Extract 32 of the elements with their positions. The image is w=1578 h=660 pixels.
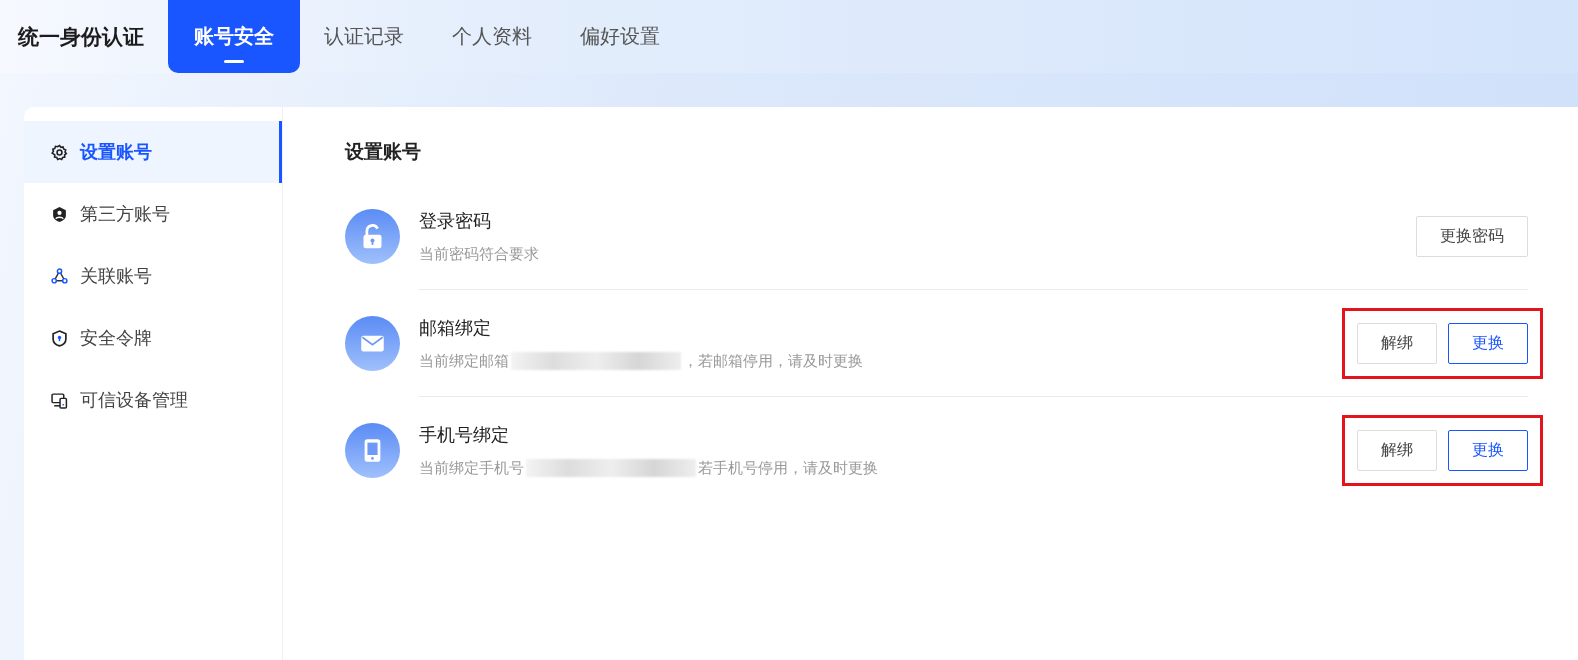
setting-description: 当前绑定手机号 xyxy=(419,458,524,478)
sidebar-item[interactable]: 可信设备管理 xyxy=(24,369,282,431)
change-password-button[interactable]: 更换密码 xyxy=(1416,215,1528,257)
user-shield-icon xyxy=(51,205,68,223)
sidebar-item[interactable]: 第三方账号 xyxy=(24,183,282,245)
shield-icon xyxy=(51,329,68,347)
linked-nodes-icon xyxy=(51,267,68,285)
nav-tab[interactable]: 账号安全 xyxy=(168,0,300,73)
sidebar-item[interactable]: 设置账号 xyxy=(24,121,282,183)
replace-button[interactable]: 更换 xyxy=(1448,322,1528,364)
setting-description: 若手机号停用，请及时更换 xyxy=(698,458,878,478)
nav-tab[interactable]: 认证记录 xyxy=(300,0,428,73)
nav-tab[interactable]: 个人资料 xyxy=(428,0,556,73)
setting-description: 当前密码符合要求 xyxy=(419,244,539,264)
setting-description: 当前绑定邮箱 xyxy=(419,351,509,371)
settings-icon xyxy=(51,143,68,161)
setting-title: 邮箱绑定 xyxy=(419,315,492,340)
unbind-button[interactable]: 解绑 xyxy=(1357,429,1437,471)
unbind-button[interactable]: 解绑 xyxy=(1357,322,1437,364)
phone-icon xyxy=(345,422,400,478)
setting-title: 手机号绑定 xyxy=(419,422,510,447)
sidebar-item[interactable]: 安全令牌 xyxy=(24,307,282,369)
sidebar-item[interactable]: 关联账号 xyxy=(24,245,282,307)
setting-description: ，若邮箱停用，请及时更换 xyxy=(683,351,863,371)
devices-icon xyxy=(51,391,68,409)
nav-tab[interactable]: 偏好设置 xyxy=(556,0,684,73)
replace-button[interactable]: 更换 xyxy=(1448,429,1528,471)
setting-title: 登录密码 xyxy=(419,208,492,233)
section-title: 设置账号 xyxy=(345,139,422,164)
app-title: 统一身份认证 xyxy=(17,23,145,51)
padlock-icon xyxy=(345,208,400,264)
envelope-icon xyxy=(345,315,400,371)
